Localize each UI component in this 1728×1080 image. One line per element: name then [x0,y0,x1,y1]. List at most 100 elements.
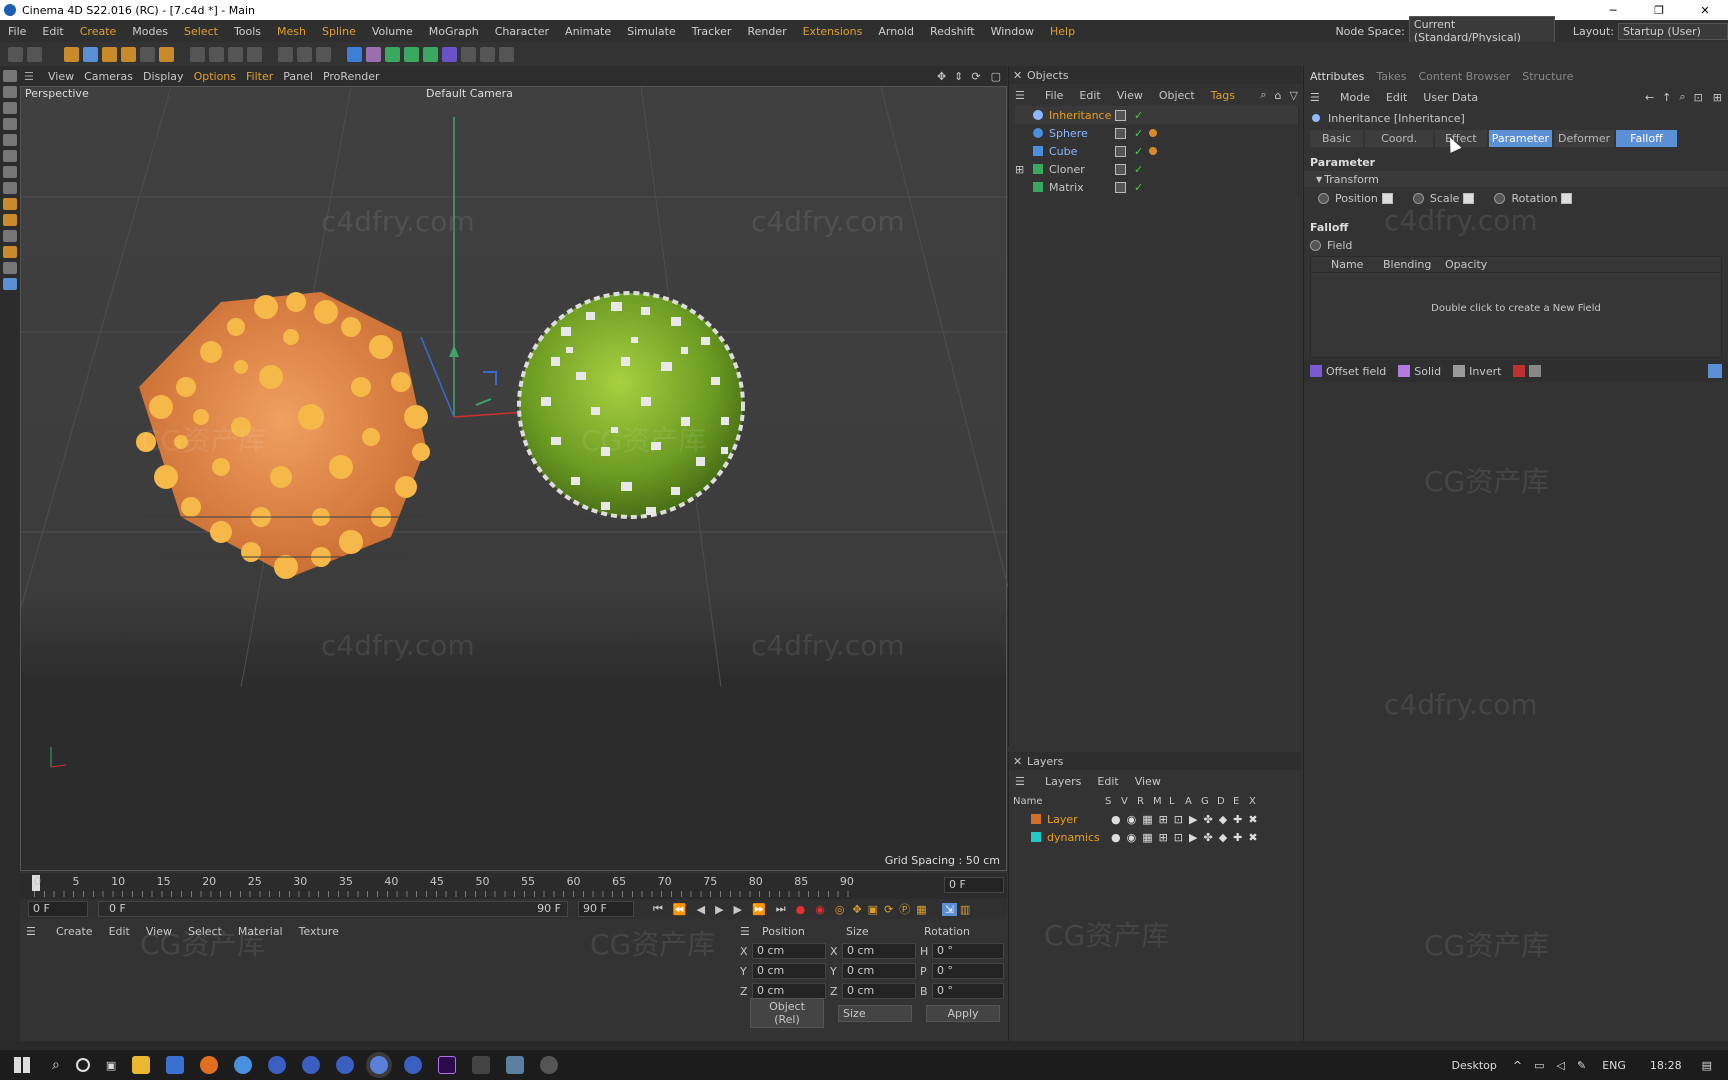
menu-volume[interactable]: Volume [364,25,421,38]
attributes-menu-edit[interactable]: Edit [1378,91,1415,104]
layer-switches[interactable]: ●◉▦⊞⊡▶✤◆✚✖ [1111,813,1264,826]
chrome-icon[interactable] [234,1056,253,1074]
layers-menu-view[interactable]: View [1127,775,1169,788]
viewport-label-camera[interactable]: Default Camera [426,87,513,100]
menu-mograph[interactable]: MoGraph [421,25,487,38]
objects-menu-edit[interactable]: Edit [1071,89,1108,102]
position-radio[interactable] [1318,192,1329,204]
field-layer-icon[interactable] [1513,365,1526,377]
tab-structure[interactable]: Structure [1522,70,1573,83]
visibility-toggle[interactable] [1115,163,1126,175]
range-slider[interactable]: 0 F 90 F [98,901,568,917]
image-viewer-icon[interactable] [506,1056,525,1074]
material-tag-icon[interactable] [1149,129,1158,137]
tab-takes[interactable]: Takes [1376,70,1418,83]
sculpt-icon[interactable] [3,262,17,274]
rotation-b-field[interactable]: 0 ° [932,983,1004,999]
file-explorer-icon[interactable] [132,1056,151,1074]
enabled-check-icon[interactable]: ✓ [1134,163,1143,176]
pen-tray-icon[interactable]: ✎ [1577,1059,1586,1072]
key-position-icon[interactable]: ✥ [849,903,864,916]
invert-button[interactable]: Invert [1469,365,1501,378]
object-row-sphere[interactable]: Sphere ✓ [1015,124,1298,142]
pen-icon[interactable] [366,46,381,62]
layout-select[interactable]: Startup (User) [1618,22,1728,40]
layer-color-swatch[interactable] [1031,832,1041,842]
axis-icon[interactable] [159,46,174,62]
position-x-field[interactable]: 0 cm [752,943,826,959]
search-icon[interactable]: ⌕ [52,1057,60,1073]
render-view-icon[interactable] [278,46,293,62]
object-row-matrix[interactable]: Matrix ✓ [1015,178,1298,196]
live-select-icon[interactable] [64,46,79,62]
keyframe-selection-icon[interactable]: ◎ [830,903,850,916]
viewport-menu-icon[interactable]: ☰ [24,70,44,83]
attributes-menu-userdata[interactable]: User Data [1415,91,1486,104]
viewport-move-icon[interactable]: ✥ [933,70,950,83]
visibility-toggle[interactable] [1115,181,1126,193]
solid-icon[interactable] [1398,365,1411,377]
field-radio[interactable] [1310,239,1321,251]
position-checkbox[interactable] [1381,192,1393,204]
size-y-field[interactable]: 0 cm [842,963,916,979]
next-frame-icon[interactable]: ▶ [729,903,747,916]
object-row-inheritance[interactable]: Inheritance ✓ [1015,106,1298,124]
make-editable-icon[interactable] [3,70,17,82]
viewport-menu-cameras[interactable]: Cameras [84,70,143,83]
render-picture-icon[interactable] [297,46,312,62]
subtab-coord[interactable]: Coord. [1365,129,1434,147]
texture-mode-icon[interactable] [3,102,17,114]
transform-group-header[interactable]: ▼ Transform [1304,171,1728,187]
layer-switches[interactable]: ●◉▦⊞⊡▶✤◆✚✖ [1111,831,1264,844]
position-z-field[interactable]: 0 cm [752,983,826,999]
viewport-zoom-icon[interactable]: ⇕ [950,70,967,83]
objects-menu-icon[interactable]: ☰ [1015,89,1037,102]
coordinate-system-icon[interactable] [247,46,262,62]
network-icon[interactable]: ▭ [1534,1059,1544,1072]
objects-menu-file[interactable]: File [1037,89,1071,102]
model-mode-icon[interactable] [3,86,17,98]
subtab-deformer[interactable]: Deformer [1553,129,1615,147]
field-settings-icon[interactable] [1708,364,1722,378]
key-rotation-icon[interactable]: ⟳ [881,903,896,916]
layer-row-layer[interactable]: Layer ●◉▦⊞⊡▶✤◆✚✖ [1009,810,1302,828]
minimize-icon[interactable]: ─ [1590,4,1636,17]
fcurve-icon[interactable]: ▥ [957,903,973,916]
invert-icon[interactable] [1453,365,1466,377]
attributes-search-icon[interactable]: ⌕ [1675,90,1689,104]
polygons-mode-icon[interactable] [3,150,17,162]
rotation-checkbox[interactable] [1561,192,1573,204]
redo-icon[interactable] [27,46,42,62]
z-axis-icon[interactable] [228,46,243,62]
goto-start-icon[interactable]: ⏮ [648,902,668,916]
light-icon[interactable] [499,46,514,62]
maximize-icon[interactable]: ❐ [1636,4,1682,17]
start-frame-field[interactable]: 0 F [28,901,88,917]
visibility-toggle[interactable] [1115,109,1126,121]
objects-filter-icon[interactable]: ▽ [1286,89,1302,102]
layers-menu-layers[interactable]: Layers [1037,775,1089,788]
attributes-menu-icon[interactable]: ☰ [1310,91,1332,104]
close-icon[interactable]: ✕ [1682,4,1728,17]
viewport-menu-view[interactable]: View [44,70,84,83]
menu-select[interactable]: Select [176,25,226,38]
bend-icon[interactable] [442,46,457,62]
notifications-icon[interactable]: ▤ [1702,1059,1712,1072]
tray-expand-icon[interactable]: ^ [1513,1059,1522,1072]
cinema4d-icon-1[interactable] [268,1056,287,1074]
render-settings-icon[interactable] [316,46,331,62]
record-icon[interactable]: ● [791,903,811,916]
objects-home-icon[interactable]: ⌂ [1271,89,1286,102]
menu-help[interactable]: Help [1042,25,1083,38]
firefox-icon[interactable] [200,1056,219,1074]
recent-tools-icon[interactable] [140,46,155,62]
clock[interactable]: 18:28 [1650,1059,1682,1072]
solid-button[interactable]: Solid [1414,365,1441,378]
workplane-icon[interactable] [3,214,17,226]
rotation-p-field[interactable]: 0 ° [932,963,1004,979]
material-menu-create[interactable]: Create [48,925,101,938]
lock-workplane-icon[interactable] [3,230,17,242]
subtab-parameter[interactable]: Parameter [1488,129,1552,147]
position-y-field[interactable]: 0 cm [752,963,826,979]
enabled-check-icon[interactable]: ✓ [1134,145,1143,158]
